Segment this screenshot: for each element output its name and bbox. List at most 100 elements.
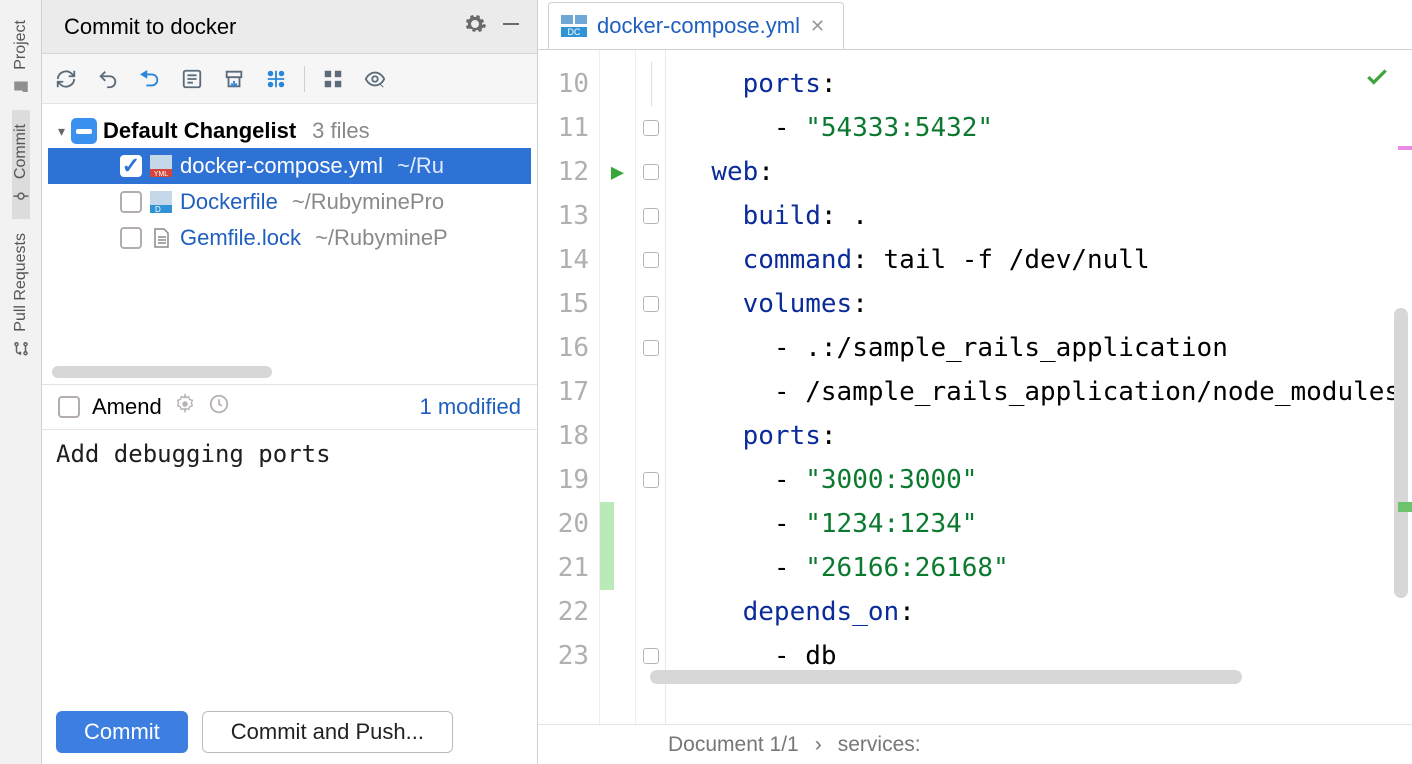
fold-cell[interactable] <box>636 414 665 458</box>
fold-handle-icon[interactable] <box>643 252 659 268</box>
fold-handle-icon[interactable] <box>643 340 659 356</box>
fold-handle-icon[interactable] <box>643 472 659 488</box>
gutter-cell[interactable] <box>600 194 635 238</box>
editor-tab[interactable]: DC docker-compose.yml ✕ <box>548 2 844 49</box>
history-icon[interactable] <box>208 393 230 421</box>
modified-link[interactable]: 1 modified <box>419 394 521 420</box>
code-line[interactable]: - "26166:26168" <box>680 546 1412 590</box>
breadcrumb-bar[interactable]: Document 1/1 › services: <box>538 724 1412 764</box>
error-stripe-marker[interactable] <box>1398 146 1412 150</box>
minimize-icon[interactable] <box>499 12 523 42</box>
view-options-icon[interactable] <box>361 65 389 93</box>
code-line[interactable]: - "54333:5432" <box>680 106 1412 150</box>
code-line[interactable]: build: . <box>680 194 1412 238</box>
close-icon[interactable]: ✕ <box>810 16 825 37</box>
group-by-icon[interactable] <box>319 65 347 93</box>
code-line[interactable]: command: tail -f /dev/null <box>680 238 1412 282</box>
error-stripe-marker[interactable] <box>1398 502 1412 512</box>
fold-cell[interactable] <box>636 458 665 502</box>
code-line[interactable]: - "1234:1234" <box>680 502 1412 546</box>
changelist-node[interactable]: ▾ Default Changelist 3 files <box>48 114 531 148</box>
fold-handle-icon[interactable] <box>643 296 659 312</box>
gutter-cell[interactable] <box>600 282 635 326</box>
horizontal-scrollbar[interactable] <box>52 366 272 378</box>
gutter-cell[interactable] <box>600 414 635 458</box>
fold-cell[interactable] <box>636 370 665 414</box>
gutter-cell[interactable] <box>600 326 635 370</box>
code-editor[interactable]: 1011121314151617181920212223 ▶ ports: - … <box>538 50 1412 724</box>
fold-cell[interactable] <box>636 590 665 634</box>
fold-cell[interactable] <box>636 502 665 546</box>
changelist-checkbox-indeterminate[interactable] <box>71 118 97 144</box>
change-file-row[interactable]: DDockerfile~/RubyminePro <box>48 184 531 220</box>
fold-handle-icon[interactable] <box>643 120 659 136</box>
fold-cell[interactable] <box>636 678 665 722</box>
change-file-row[interactable]: ✓YMLdocker-compose.yml~/Ru <box>48 148 531 184</box>
file-checkbox[interactable]: ✓ <box>120 155 142 177</box>
gutter-cell[interactable] <box>600 106 635 150</box>
commit-message-area <box>42 430 537 700</box>
file-path: ~/RubyminePro <box>292 189 444 215</box>
fold-handle-icon[interactable] <box>643 164 659 180</box>
line-number: 13 <box>538 194 599 238</box>
inspection-ok-icon[interactable] <box>1364 64 1390 97</box>
docker-compose-icon: DC <box>561 15 587 37</box>
tool-tab-project[interactable]: Project <box>12 6 30 110</box>
change-file-row[interactable]: Gemfile.lock~/RubymineP <box>48 220 531 256</box>
tool-tab-commit[interactable]: Commit <box>12 110 30 219</box>
fold-cell[interactable] <box>636 106 665 150</box>
gear-icon[interactable] <box>174 393 196 421</box>
file-checkbox[interactable] <box>120 227 142 249</box>
file-path: ~/Ru <box>397 153 444 179</box>
run-gutter[interactable]: ▶ <box>600 50 636 724</box>
fold-cell[interactable] <box>636 546 665 590</box>
code-line[interactable]: - .:/sample_rails_application <box>680 326 1412 370</box>
shelf-icon[interactable] <box>220 65 248 93</box>
code-line[interactable]: ports: <box>680 62 1412 106</box>
code-line[interactable]: ports: <box>680 414 1412 458</box>
code-line[interactable]: volumes: <box>680 282 1412 326</box>
vertical-scrollbar[interactable] <box>1394 308 1408 598</box>
fold-cell[interactable] <box>636 150 665 194</box>
tool-tab-pull-requests[interactable]: Pull Requests <box>12 219 30 372</box>
changes-tree[interactable]: ▾ Default Changelist 3 files ✓YMLdocker-… <box>42 104 537 384</box>
horizontal-scrollbar[interactable] <box>650 670 1242 684</box>
gutter-cell[interactable] <box>600 634 635 678</box>
fold-cell[interactable] <box>636 194 665 238</box>
chevron-down-icon[interactable]: ▾ <box>58 123 65 140</box>
fold-gutter[interactable] <box>636 50 666 724</box>
fold-cell[interactable] <box>636 326 665 370</box>
breadcrumb-item[interactable]: services: <box>838 733 921 757</box>
code-line[interactable]: - "3000:3000" <box>680 458 1412 502</box>
file-name: Dockerfile <box>180 189 278 215</box>
fold-handle-icon[interactable] <box>643 648 659 664</box>
gutter-cell[interactable] <box>600 370 635 414</box>
undo-icon[interactable] <box>94 65 122 93</box>
breadcrumb-item[interactable]: Document 1/1 <box>668 733 799 757</box>
gear-icon[interactable] <box>463 12 487 42</box>
code-line[interactable]: - /sample_rails_application/node_modules <box>680 370 1412 414</box>
refresh-icon[interactable] <box>52 65 80 93</box>
gutter-cell[interactable] <box>600 590 635 634</box>
gutter-cell[interactable] <box>600 62 635 106</box>
commit-button[interactable]: Commit <box>56 711 188 753</box>
gutter-cell[interactable] <box>600 238 635 282</box>
fold-handle-icon[interactable] <box>643 208 659 224</box>
diff-icon[interactable] <box>178 65 206 93</box>
code-line[interactable]: depends_on: <box>680 590 1412 634</box>
amend-checkbox[interactable] <box>58 396 80 418</box>
fold-cell[interactable] <box>636 282 665 326</box>
run-icon[interactable]: ▶ <box>611 160 624 185</box>
gutter-cell[interactable] <box>600 458 635 502</box>
file-checkbox[interactable] <box>120 191 142 213</box>
rollback-icon[interactable] <box>136 65 164 93</box>
commit-message-input[interactable] <box>56 440 523 690</box>
changelist-icon[interactable] <box>262 65 290 93</box>
code-content[interactable]: ports: - "54333:5432" web: build: . comm… <box>666 50 1412 724</box>
file-name: docker-compose.yml <box>180 153 383 179</box>
gutter-cell[interactable]: ▶ <box>600 150 635 194</box>
fold-cell[interactable] <box>636 238 665 282</box>
line-number: 21 <box>538 546 599 590</box>
commit-and-push-button[interactable]: Commit and Push... <box>202 711 453 753</box>
code-line[interactable]: web: <box>680 150 1412 194</box>
